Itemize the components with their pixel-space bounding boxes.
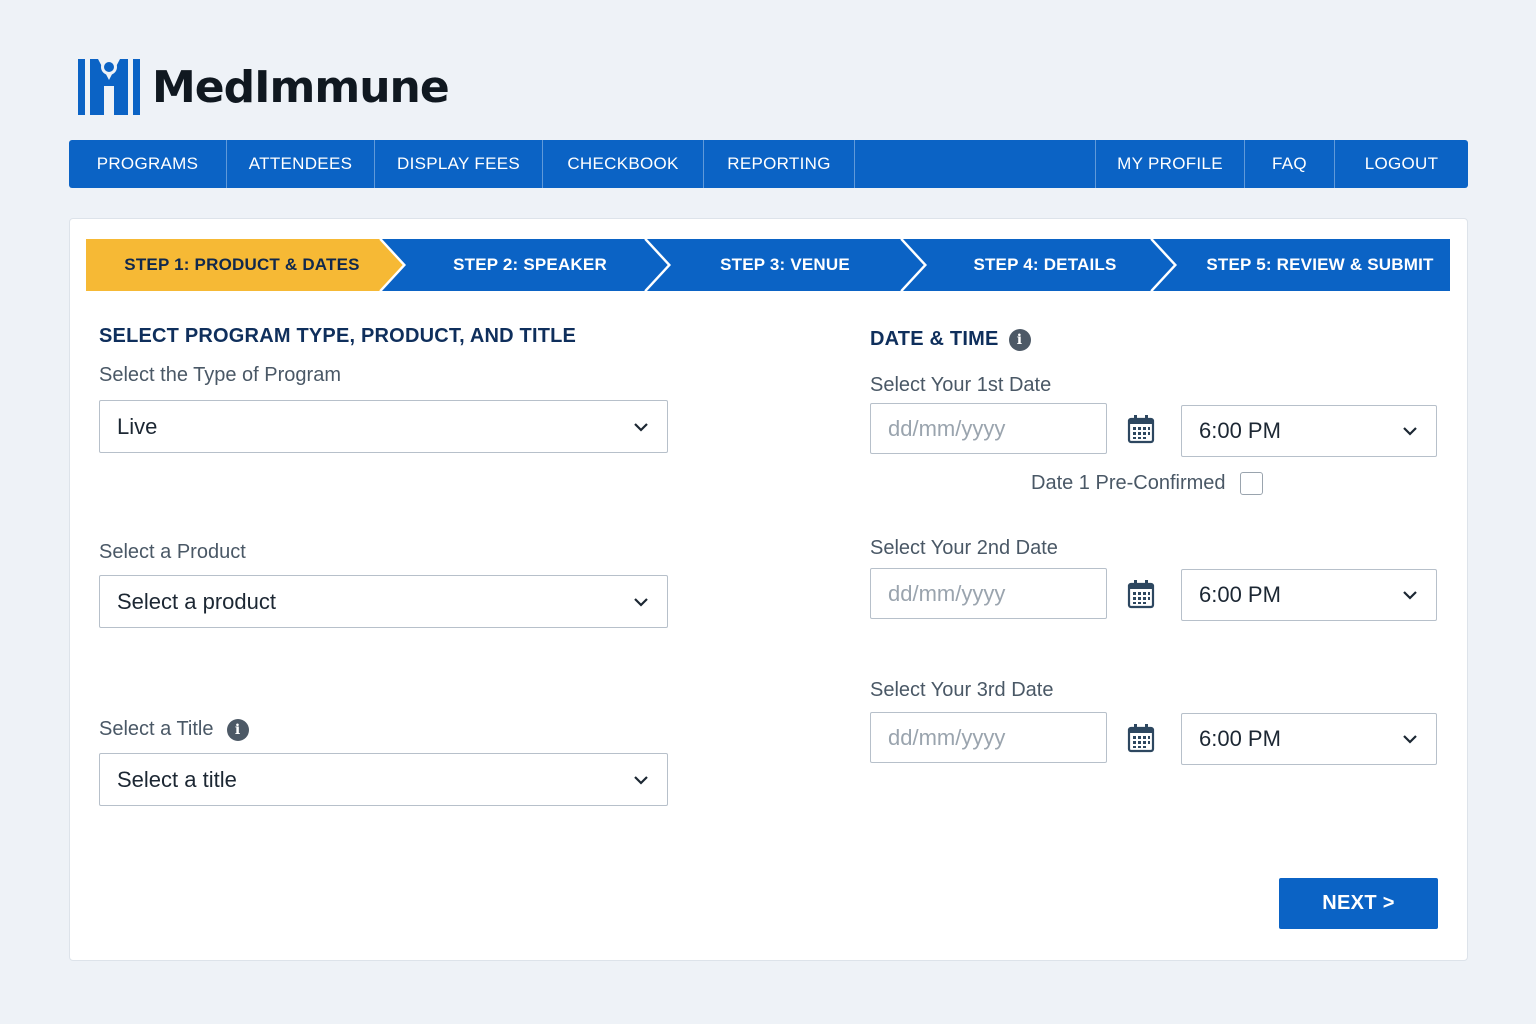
nav-logout[interactable]: LOGOUT [1335, 140, 1468, 188]
brand-logo[interactable]: MedImmune [78, 56, 450, 118]
title-value: Select a title [117, 766, 237, 792]
nav-attendees[interactable]: ATTENDEES [227, 140, 375, 188]
calendar-icon[interactable] [1127, 579, 1155, 609]
chevron-down-icon [1403, 591, 1417, 600]
program-type-select[interactable]: Live [99, 400, 668, 453]
datetime-section-title: DATE & TIME [870, 328, 999, 350]
nav-my-profile[interactable]: MY PROFILE [1096, 140, 1245, 188]
date-1-input[interactable] [870, 403, 1107, 454]
chevron-down-icon [634, 597, 648, 607]
title-label-row: Select a Title i [99, 718, 249, 741]
calendar-icon[interactable] [1127, 723, 1155, 753]
time-1-select[interactable]: 6:00 PM [1181, 405, 1437, 457]
preconfirmed-checkbox[interactable] [1240, 472, 1263, 495]
next-button[interactable]: NEXT > [1279, 878, 1438, 929]
product-value: Select a product [117, 588, 276, 614]
program-section-title: SELECT PROGRAM TYPE, PRODUCT, AND TITLE [99, 325, 577, 347]
date-3-input[interactable] [870, 712, 1107, 763]
nav-checkbook[interactable]: CHECKBOOK [543, 140, 704, 188]
step-3[interactable]: STEP 3: VENUE [671, 239, 899, 291]
step-2[interactable]: STEP 2: SPEAKER [406, 239, 654, 291]
step-5[interactable]: STEP 5: REVIEW & SUBMIT [1177, 239, 1463, 291]
time-2-value: 6:00 PM [1199, 582, 1281, 607]
nav-faq[interactable]: FAQ [1245, 140, 1335, 188]
preconfirmed-label: Date 1 Pre-Confirmed [1031, 472, 1226, 494]
chevron-down-icon [1403, 735, 1417, 744]
info-icon[interactable]: i [1008, 328, 1031, 351]
datetime-section-header: DATE & TIME i [870, 328, 1031, 351]
date-1-label: Select Your 1st Date [870, 374, 1052, 396]
top-navigation: PROGRAMS ATTENDEES DISPLAY FEES CHECKBOO… [69, 140, 1468, 188]
progress-stepper: STEP 1: PRODUCT & DATES STEP 2: SPEAKER … [86, 239, 1450, 291]
step-4[interactable]: STEP 4: DETAILS [927, 239, 1163, 291]
chevron-down-icon [634, 775, 648, 785]
nav-display-fees[interactable]: DISPLAY FEES [375, 140, 543, 188]
time-2-select[interactable]: 6:00 PM [1181, 569, 1437, 621]
nav-spacer [855, 140, 1096, 188]
time-3-value: 6:00 PM [1199, 726, 1281, 751]
nav-programs[interactable]: PROGRAMS [69, 140, 227, 188]
brand-name: MedImmune [152, 61, 450, 113]
program-type-label: Select the Type of Program [99, 364, 341, 386]
date-2-label: Select Your 2nd Date [870, 537, 1058, 559]
info-icon[interactable]: i [226, 718, 249, 741]
nav-reporting[interactable]: REPORTING [704, 140, 855, 188]
date-3-label: Select Your 3rd Date [870, 679, 1054, 701]
product-label: Select a Product [99, 541, 246, 563]
chevron-down-icon [634, 422, 648, 432]
title-label: Select a Title [99, 718, 214, 740]
time-3-select[interactable]: 6:00 PM [1181, 713, 1437, 765]
chevron-down-icon [1403, 427, 1417, 436]
time-1-value: 6:00 PM [1199, 418, 1281, 443]
title-select[interactable]: Select a title [99, 753, 668, 806]
calendar-icon[interactable] [1127, 414, 1155, 444]
product-select[interactable]: Select a product [99, 575, 668, 628]
date-2-input[interactable] [870, 568, 1107, 619]
medimmune-logo-icon [78, 59, 140, 115]
program-type-value: Live [117, 413, 158, 439]
step-1[interactable]: STEP 1: PRODUCT & DATES [86, 239, 398, 291]
